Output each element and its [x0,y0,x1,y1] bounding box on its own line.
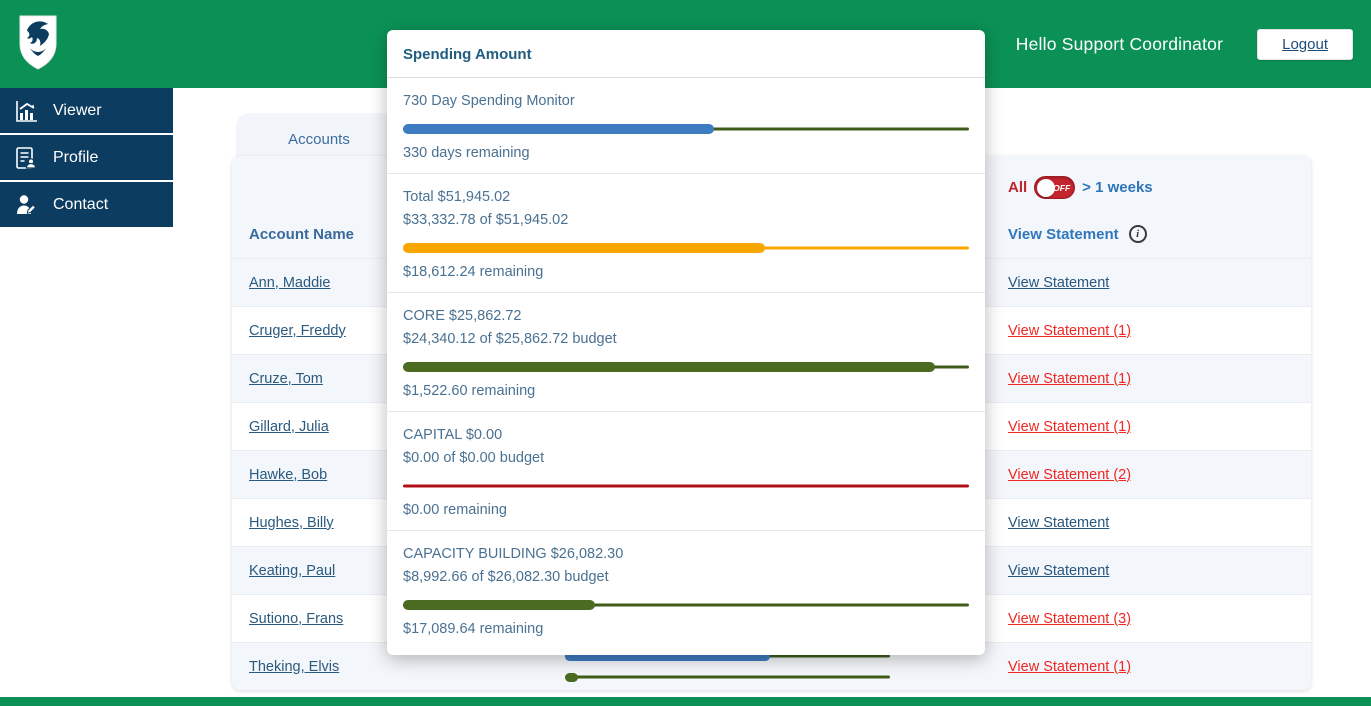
spending-progress-bar [403,481,969,491]
sidebar-item-label: Profile [53,149,98,167]
section-usage: $0.00 of $0.00 budget [403,449,969,468]
sidebar-item-label: Contact [53,196,108,214]
view-statement-link[interactable]: View Statement (1) [1008,659,1131,675]
account-name-link[interactable]: Theking, Elvis [249,659,339,675]
logout-button[interactable]: Logout [1257,29,1353,60]
sidebar-item-label: Viewer [53,102,102,120]
toggle-state-label: OFF [1053,183,1070,193]
profile-document-icon [13,145,39,171]
section-label: CORE $25,862.72 [403,307,969,326]
logo-shield-icon [18,14,58,72]
section-label: CAPACITY BUILDING $26,082.30 [403,545,969,564]
view-statement-link[interactable]: View Statement [1008,563,1109,579]
footer-strip [0,697,1371,706]
view-statement-link[interactable]: View Statement (1) [1008,371,1131,387]
greeting-text: Hello Support Coordinator [1016,34,1223,55]
account-name-link[interactable]: Cruze, Tom [249,371,323,387]
column-header-view-statement: View Statement i [1008,225,1311,243]
spending-amount-popover: Spending Amount 730 Day Spending Monitor… [387,30,985,655]
section-remaining: $1,522.60 remaining [403,382,969,401]
spending-progress-bar [403,600,969,610]
account-name-link[interactable]: Keating, Paul [249,563,335,579]
spending-progress-bar [565,673,890,682]
sidebar-item-profile[interactable]: Profile [0,135,173,180]
section-remaining: $17,089.64 remaining [403,620,969,639]
section-label: 730 Day Spending Monitor [403,92,969,111]
spending-progress-bar [403,124,969,134]
view-statement-link[interactable]: View Statement (3) [1008,611,1131,627]
bar-track [403,485,969,488]
spending-section: Total $51,945.02 $33,332.78 of $51,945.02… [387,174,985,293]
bar-fill [403,124,714,134]
spending-section: CAPACITY BUILDING $26,082.30 $8,992.66 of… [387,531,985,655]
sidebar-item-viewer[interactable]: Viewer [0,88,173,133]
bar-fill [565,673,578,682]
bar-fill [403,362,935,372]
view-statement-link[interactable]: View Statement [1008,275,1109,291]
app-page: Hello Support Coordinator Logout Viewer [0,0,1371,706]
account-name-link[interactable]: Hughes, Billy [249,515,334,531]
account-name-link[interactable]: Ann, Maddie [249,275,330,291]
section-usage: $8,992.66 of $26,082.30 budget [403,568,969,587]
view-statement-link[interactable]: View Statement (2) [1008,467,1131,483]
section-remaining: $0.00 remaining [403,501,969,520]
spending-section: 730 Day Spending Monitor 330 days remaini… [387,78,985,174]
contact-person-icon [13,192,39,218]
account-name-link[interactable]: Cruger, Freddy [249,323,346,339]
section-label: CAPITAL $0.00 [403,426,969,445]
spending-progress-bar [403,362,969,372]
info-icon[interactable]: i [1129,225,1147,243]
view-statement-link[interactable]: View Statement [1008,515,1109,531]
chart-icon [13,98,39,124]
account-name-link[interactable]: Hawke, Bob [249,467,327,483]
popover-title: Spending Amount [387,30,985,78]
account-name-link[interactable]: Gillard, Julia [249,419,329,435]
filter-toggle[interactable]: OFF [1034,176,1075,199]
section-remaining: 330 days remaining [403,144,969,163]
account-name-link[interactable]: Sutiono, Frans [249,611,343,627]
view-statement-link[interactable]: View Statement (1) [1008,419,1131,435]
sidebar-item-contact[interactable]: Contact [0,182,173,227]
spending-section: CORE $25,862.72 $24,340.12 of $25,862.72 … [387,293,985,412]
filter-weeks-label: > 1 weeks [1082,179,1152,196]
view-statement-link[interactable]: View Statement (1) [1008,323,1131,339]
sidebar: Viewer Profile Contact [0,88,173,229]
bar-fill [403,600,595,610]
bar-track [565,676,890,679]
modal-body: 730 Day Spending Monitor 330 days remaini… [387,78,985,655]
spending-progress-bar [403,243,969,253]
section-usage: $33,332.78 of $51,945.02 [403,211,969,230]
section-label: Total $51,945.02 [403,188,969,207]
filter-all-label: All [1008,179,1027,196]
section-remaining: $18,612.24 remaining [403,263,969,282]
bar-fill [403,243,765,253]
statement-filter: All OFF > 1 weeks [1008,176,1153,199]
spending-section: CAPITAL $0.00 $0.00 of $0.00 budget $0.00 … [387,412,985,531]
section-usage: $24,340.12 of $25,862.72 budget [403,330,969,349]
